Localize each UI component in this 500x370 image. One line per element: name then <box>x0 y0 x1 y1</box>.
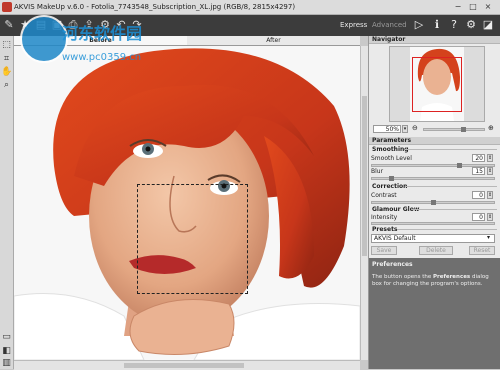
intensity-field[interactable]: 0 <box>472 213 485 221</box>
hand-tool-icon[interactable]: ✋ <box>1 67 12 78</box>
mode-express-button[interactable]: Express <box>340 21 367 29</box>
zoom-out-icon[interactable]: ⊖ <box>412 124 418 132</box>
crop-tool-icon[interactable]: ⌗ <box>1 54 12 65</box>
divider <box>397 229 497 230</box>
view-split-icon[interactable]: ◧ <box>1 346 12 357</box>
zoom-in-icon[interactable]: ⊕ <box>488 124 494 132</box>
contrast-knob[interactable] <box>431 200 436 205</box>
help-box: Preferences The button opens the Prefere… <box>369 258 500 369</box>
contrast-field[interactable]: 0 <box>472 191 485 199</box>
divider <box>411 209 497 210</box>
correction-group-title: Correction <box>372 183 408 190</box>
horizontal-scroll-thumb[interactable] <box>124 363 244 368</box>
maximize-button[interactable]: □ <box>467 2 479 12</box>
view-single-icon[interactable]: ▭ <box>1 332 12 343</box>
tools-panel: ⬚ ⌗ ✋ ⌕ ▭ ◧ ▥ <box>0 36 14 369</box>
zoom-tool-icon[interactable]: ⌕ <box>1 80 12 91</box>
divider <box>405 149 497 150</box>
toggle-panel-icon[interactable]: ◪ <box>481 18 495 32</box>
app-icon <box>2 2 12 12</box>
smooth-level-knob[interactable] <box>457 163 462 168</box>
help-text-part: The button opens the <box>372 274 433 280</box>
blur-spin-icon[interactable]: ⇕ <box>487 167 493 175</box>
selection-rectangle[interactable] <box>137 184 248 294</box>
chevron-down-icon[interactable]: ▾ <box>487 234 490 241</box>
preset-delete-button[interactable]: Delete <box>419 246 453 255</box>
blur-knob[interactable] <box>389 176 394 181</box>
preset-reset-button[interactable]: Reset <box>469 246 495 255</box>
zoom-slider[interactable] <box>423 128 485 131</box>
smooth-level-field[interactable]: 20 <box>472 154 485 162</box>
vertical-scrollbar[interactable] <box>360 46 368 360</box>
zoom-dropdown-icon[interactable]: ▾ <box>402 125 408 133</box>
help-icon[interactable]: ? <box>447 18 461 32</box>
smooth-level-label: Smooth Level <box>371 155 412 162</box>
smoothing-group-title: Smoothing <box>372 146 409 153</box>
tab-after[interactable]: After <box>187 36 360 45</box>
preset-save-button[interactable]: Save <box>371 246 397 255</box>
navigator-preview[interactable] <box>389 46 485 122</box>
close-button[interactable]: × <box>482 2 494 12</box>
zoom-slider-knob[interactable] <box>461 127 466 132</box>
help-title: Preferences <box>372 261 413 268</box>
watermark-url: www.pc0359.cn <box>62 52 142 63</box>
settings-panel: Navigator 50% ▾ ⊖ ⊕ Parameters Smoothing… <box>368 36 500 369</box>
info-icon[interactable]: ℹ <box>430 18 444 32</box>
smooth-level-spin-icon[interactable]: ⇕ <box>487 154 493 162</box>
watermark-logo <box>20 15 68 63</box>
blur-field[interactable]: 15 <box>472 167 485 175</box>
divider <box>405 186 497 187</box>
zoom-field[interactable]: 50% <box>373 125 401 133</box>
parameters-header: Parameters <box>369 137 500 145</box>
view-compare-icon[interactable]: ▥ <box>1 358 12 369</box>
window-title: AKVIS MakeUp v.6.0 - Fotolia_7743548_Sub… <box>14 3 296 11</box>
help-text: The button opens the Preferences dialog … <box>372 274 496 288</box>
blur-label: Blur <box>371 168 384 175</box>
intensity-spin-icon[interactable]: ⇕ <box>487 213 493 221</box>
contrast-spin-icon[interactable]: ⇕ <box>487 191 493 199</box>
preferences-icon[interactable]: ⚙ <box>464 18 478 32</box>
title-bar: AKVIS MakeUp v.6.0 - Fotolia_7743548_Sub… <box>0 0 500 15</box>
select-tool-icon[interactable]: ⬚ <box>1 40 12 51</box>
watermark-text: 河东软件园 <box>62 24 143 43</box>
minimize-button[interactable]: − <box>452 2 464 12</box>
contrast-label: Contrast <box>371 192 397 199</box>
help-text-bold: Preferences <box>432 274 471 280</box>
intensity-slider[interactable] <box>371 222 495 225</box>
preset-select[interactable]: AKVIS Default <box>371 234 495 243</box>
navigator-view-frame[interactable] <box>412 57 462 112</box>
brush-icon[interactable]: ✎ <box>2 18 16 32</box>
intensity-label: Intensity <box>371 214 398 221</box>
run-icon[interactable]: ▷ <box>412 18 426 32</box>
presets-group-title: Presets <box>372 226 398 233</box>
mode-advanced-button[interactable]: Advanced <box>372 21 407 29</box>
image-canvas[interactable] <box>14 46 360 360</box>
vertical-scroll-thumb[interactable] <box>362 96 367 256</box>
navigator-header: Navigator <box>369 36 500 44</box>
